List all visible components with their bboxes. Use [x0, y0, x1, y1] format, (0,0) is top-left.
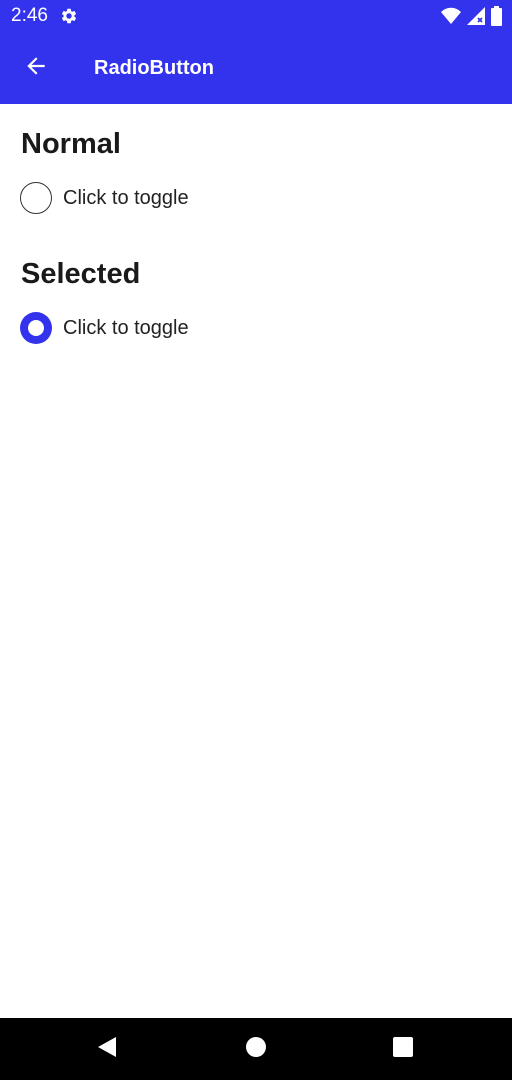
- recents-square-icon: [393, 1036, 413, 1062]
- status-bar: 2:46: [0, 0, 512, 32]
- status-time: 2:46: [11, 5, 48, 26]
- radio-button-unchecked[interactable]: [20, 182, 52, 214]
- section-title-normal: Normal: [21, 128, 121, 160]
- radio-option-normal[interactable]: Click to toggle: [20, 182, 189, 214]
- radio-label[interactable]: Click to toggle: [63, 316, 189, 340]
- navigation-bar: [0, 1018, 512, 1080]
- section-title-selected: Selected: [21, 258, 141, 290]
- radio-label[interactable]: Click to toggle: [63, 186, 189, 210]
- app-bar: RadioButton: [0, 32, 512, 104]
- wifi-icon: [441, 7, 461, 25]
- page-title: RadioButton: [94, 57, 214, 79]
- gear-icon: [60, 7, 78, 25]
- radio-button-checked[interactable]: [20, 312, 52, 344]
- back-button[interactable]: [12, 44, 60, 92]
- status-icons: [441, 6, 502, 26]
- arrow-back-icon: [23, 53, 49, 84]
- nav-back-button[interactable]: [89, 1031, 125, 1067]
- radio-option-selected[interactable]: Click to toggle: [20, 312, 189, 344]
- battery-icon: [491, 6, 502, 26]
- home-circle-icon: [245, 1036, 267, 1063]
- nav-recents-button[interactable]: [385, 1031, 421, 1067]
- signal-icon: [467, 7, 485, 25]
- back-triangle-icon: [96, 1035, 118, 1064]
- nav-home-button[interactable]: [238, 1031, 274, 1067]
